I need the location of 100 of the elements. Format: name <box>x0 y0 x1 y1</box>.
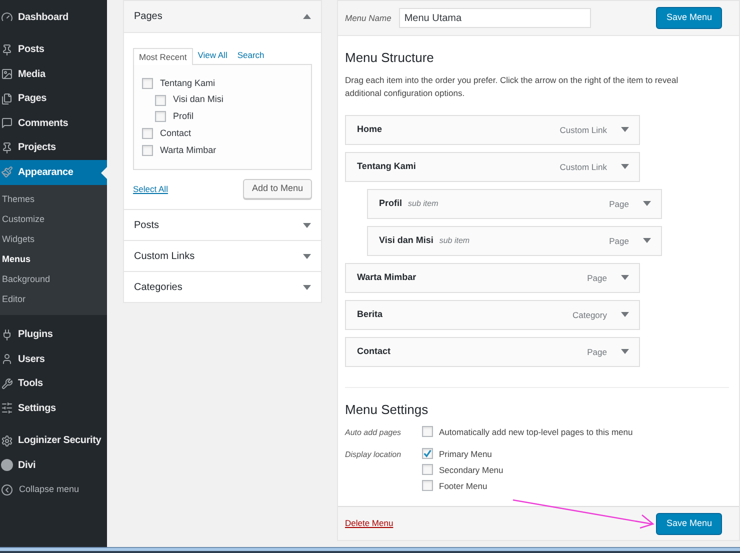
page-option-label: Tentang Kami <box>160 76 216 90</box>
pin-icon <box>1 142 13 154</box>
sidebar-item[interactable]: Plugins <box>0 322 107 347</box>
menu-item-type: Custom Link <box>560 160 607 174</box>
sidebar-item[interactable]: Tools <box>0 372 107 396</box>
caret-icon[interactable] <box>303 14 311 19</box>
delete-menu-link[interactable]: Delete Menu <box>345 517 394 530</box>
caret-icon[interactable] <box>621 349 629 354</box>
sidebar-item[interactable]: Settings <box>0 396 107 420</box>
pin-icon <box>1 44 13 56</box>
save-menu-button[interactable]: Save Menu <box>656 512 722 535</box>
setting-label: Auto add pages <box>345 427 402 440</box>
help-text: Drag each item into the order you prefer. Click the arrow on the right of the item to reveal additional configuration options. <box>345 74 680 100</box>
menu-item-type: Page <box>609 234 629 248</box>
menu-name-field[interactable]: Menu Utama <box>399 8 592 28</box>
checkbox[interactable] <box>155 94 166 106</box>
menu-item-bar[interactable]: Contact Page <box>345 336 640 367</box>
sidebar-item[interactable]: Posts <box>0 38 107 62</box>
collapse-menu-link[interactable]: Collapse menu <box>19 482 80 496</box>
checkbox[interactable] <box>142 145 153 156</box>
image-icon <box>1 68 13 80</box>
gauge-icon <box>1 11 13 24</box>
plug-icon <box>1 328 13 341</box>
sidebar-item[interactable]: Projects <box>0 136 107 160</box>
submenu-item[interactable]: Background <box>0 270 107 290</box>
collapse-icon <box>1 484 13 496</box>
page-option-label: Profil <box>173 110 194 124</box>
menu-item-bar[interactable]: Visi dan Misi sub item Page <box>367 226 662 256</box>
submenu-item[interactable]: Editor <box>0 290 107 310</box>
menu-item-title: Berita <box>357 308 383 322</box>
option-label: Secondary Menu <box>439 464 504 476</box>
speech-bubble-icon <box>1 117 13 130</box>
checkbox[interactable] <box>422 464 433 476</box>
option-label: Primary Menu <box>439 448 492 460</box>
sidebar-item[interactable]: Media <box>0 62 107 86</box>
checkbox[interactable] <box>422 426 433 438</box>
caret-icon[interactable] <box>621 275 629 280</box>
checkbox[interactable] <box>142 78 153 89</box>
setting-label: Display location <box>345 449 402 462</box>
sub-item-note: sub item <box>439 234 470 247</box>
sidebar-item[interactable]: Appearance <box>0 160 107 184</box>
caret-icon[interactable] <box>303 284 311 290</box>
sidebar-item[interactable]: Users <box>0 347 107 372</box>
menu-item-title: Tentang Kami <box>357 160 416 174</box>
menu-item-bar[interactable]: Home Custom Link <box>345 114 640 145</box>
section-heading: Menu Settings <box>345 400 430 419</box>
menu-name-label: Menu Name <box>345 12 392 25</box>
sidebar-item[interactable]: Dashboard <box>0 5 107 30</box>
menu-item-bar[interactable]: Warta Mimbar Page <box>345 262 640 293</box>
gear-icon <box>1 434 13 447</box>
sidebar-item[interactable]: Loginizer Security <box>0 428 107 453</box>
section-heading: Menu Structure <box>345 49 435 68</box>
user-icon <box>1 353 13 366</box>
add-to-menu-button[interactable]: Add to Menu <box>242 179 312 199</box>
select-all-link[interactable]: Select All <box>133 182 168 196</box>
sliders-icon <box>1 402 13 414</box>
panel-tab[interactable]: Most Recent <box>133 48 193 65</box>
submenu-item[interactable]: Customize <box>0 210 107 230</box>
menu-item-type: Page <box>587 272 607 284</box>
sidebar-item[interactable]: Divi <box>0 453 107 478</box>
wrench-icon <box>1 378 13 390</box>
menu-item-bar[interactable]: Tentang Kami Custom Link <box>345 152 640 182</box>
menu-item-bar[interactable]: Profil sub item Page <box>367 188 662 219</box>
checkbox[interactable] <box>155 111 166 122</box>
sidebar-item[interactable]: Comments <box>0 111 107 136</box>
option-label: Footer Menu <box>439 480 488 492</box>
caret-icon[interactable] <box>643 238 651 244</box>
brush-icon <box>1 166 13 178</box>
caret-icon[interactable] <box>621 312 629 318</box>
checkbox[interactable] <box>422 448 433 460</box>
menu-item-bar[interactable]: Berita Category <box>345 300 640 330</box>
panel-tab[interactable]: View All <box>192 47 232 64</box>
page-option-label: Contact <box>160 127 192 140</box>
menu-item-title: Profil <box>379 197 402 210</box>
menu-item-type: Page <box>609 198 629 210</box>
menu-item-title: Contact <box>357 345 390 358</box>
menu-item-type: Custom Link <box>560 124 607 136</box>
checkbox[interactable] <box>422 480 433 492</box>
menu-item-title: Warta Mimbar <box>357 271 416 284</box>
caret-icon[interactable] <box>621 164 629 170</box>
menu-item-title: Home <box>357 123 382 136</box>
submenu-item[interactable]: Themes <box>0 190 107 210</box>
sidebar-item[interactable]: Pages <box>0 86 107 111</box>
menu-item-title: Visi dan Misi <box>379 234 434 248</box>
checkbox[interactable] <box>142 128 153 140</box>
page-option-label: Warta Mimbar <box>160 144 216 157</box>
submenu-item[interactable]: Widgets <box>0 230 107 250</box>
current-pointer-icon <box>101 167 107 179</box>
panel-tab[interactable]: Search <box>232 47 270 64</box>
caret-icon[interactable] <box>621 127 629 132</box>
accordion-header[interactable]: Pages <box>124 1 321 33</box>
submenu-item[interactable]: Menus <box>0 250 107 270</box>
caret-icon[interactable] <box>303 254 311 258</box>
save-menu-button[interactable]: Save Menu <box>656 7 722 30</box>
caret-icon[interactable] <box>303 222 311 228</box>
caret-icon[interactable] <box>643 201 651 206</box>
option-label: Automatically add new top-level pages to this menu <box>439 426 633 438</box>
pages-icon <box>1 92 13 105</box>
page-option-label: Visi dan Misi <box>173 93 224 106</box>
menu-item-type: Page <box>587 346 607 358</box>
